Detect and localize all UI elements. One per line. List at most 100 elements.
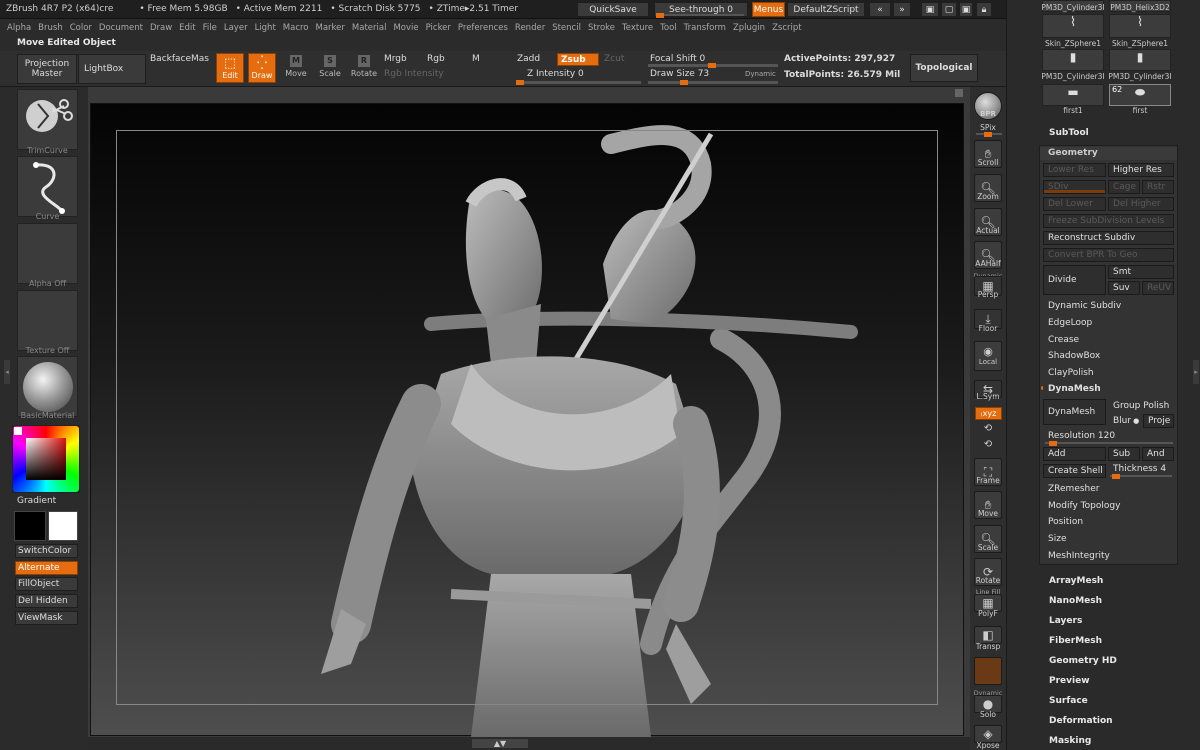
switchcolor-button[interactable]: SwitchColor [15,544,78,558]
rewind-icon[interactable]: « [869,2,891,17]
resolution-track[interactable] [1045,441,1173,446]
edit-button[interactable]: ⬚ Edit [216,53,244,83]
preview-section[interactable]: Preview [1049,676,1090,686]
group-polish-button[interactable]: Group Polish [1108,399,1174,413]
create-shell-button[interactable]: Create Shell [1043,464,1106,478]
menu-draw[interactable]: Draw [150,23,172,33]
claypolish-section[interactable]: ClayPolish [1043,366,1174,380]
and-button[interactable]: And [1142,447,1174,461]
draw-size-track[interactable] [648,80,778,85]
nanomesh-section[interactable]: NanoMesh [1049,596,1102,606]
default-zscript-button[interactable]: DefaultZScript [787,2,865,17]
move-button[interactable]: M Move [282,53,310,83]
rgb-button[interactable]: Rgb [427,54,445,64]
menu-marker[interactable]: Marker [316,23,345,33]
primary-color-swatch[interactable] [14,427,22,435]
zsub-button[interactable]: Zsub [557,53,599,66]
smt-toggle[interactable]: Smt [1108,265,1174,279]
tool-thumb-5[interactable]: ▮ [1042,49,1104,71]
menu-material[interactable]: Material [352,23,387,33]
tool-thumb-7[interactable]: ▬ [1042,84,1104,106]
thickness-track[interactable] [1110,474,1172,479]
modify-topology-section[interactable]: Modify Topology [1043,499,1174,513]
viewmask-button[interactable]: ViewMask [15,611,78,625]
rotate-axis2-icon[interactable]: ⟲ [970,439,1006,450]
del-hidden-button[interactable]: Del Hidden [15,594,78,608]
menu-preferences[interactable]: Preferences [458,23,508,33]
draw-button[interactable]: ⁛ Draw [248,53,276,83]
draw-size-slider[interactable]: Draw Size 73 [650,69,709,79]
cage-button[interactable]: Cage [1108,180,1140,194]
del-lower-button[interactable]: Del Lower [1043,197,1106,211]
layout-icon[interactable]: ▣ [921,2,939,17]
menu-texture[interactable]: Texture [622,23,653,33]
rotate-axis-icon[interactable]: ⟲ [970,423,1006,434]
zadd-button[interactable]: Zadd [517,54,540,64]
meshintegrity-section[interactable]: MeshIntegrity [1043,549,1174,563]
masking-section[interactable]: Masking [1049,736,1091,746]
texture-thumb[interactable] [17,290,78,351]
menu-zscript[interactable]: Zscript [772,23,802,33]
lower-res-button[interactable]: Lower Res [1043,163,1106,177]
deformation-section[interactable]: Deformation [1049,716,1113,726]
zremesher-section[interactable]: ZRemesher [1043,482,1174,496]
spix-track[interactable] [976,132,1002,137]
geometry-header[interactable]: Geometry [1040,147,1177,160]
tool-thumb-6[interactable]: ▮ [1109,49,1171,71]
sdiv-slider[interactable]: SDiv [1043,180,1106,194]
color-picker[interactable] [12,425,80,493]
dynamesh-section[interactable]: DynaMesh [1043,382,1174,396]
secondary-color-swatch[interactable] [48,511,78,541]
add-button[interactable]: Add [1043,447,1106,461]
forward-icon[interactable]: » [893,2,911,17]
menu-stroke[interactable]: Stroke [588,23,615,33]
divide-button[interactable]: Divide [1043,265,1106,295]
trimcurve-brush-thumb[interactable] [17,89,78,150]
mrgb-button[interactable]: Mrgb [384,54,407,64]
surface-section[interactable]: Surface [1049,696,1088,706]
menu-color[interactable]: Color [70,23,92,33]
main-color-swatch[interactable] [14,511,46,541]
menu-file[interactable]: File [203,23,217,33]
left-tray-toggle[interactable]: ◂ [4,360,10,384]
menu-picker[interactable]: Picker [426,23,451,33]
backface-mask-label[interactable]: BackfaceMas [150,54,209,64]
layers-section[interactable]: Layers [1049,616,1082,626]
fibermesh-section[interactable]: FiberMesh [1049,636,1102,646]
shadowbox-section[interactable]: ShadowBox [1043,349,1174,363]
tool-thumb-3[interactable]: ⌇ [1042,14,1104,38]
menu-tool[interactable]: Tool [660,23,677,33]
higher-res-button[interactable]: Higher Res [1108,163,1174,177]
lightbox-button[interactable]: LightBox [78,54,146,84]
del-higher-button[interactable]: Del Higher [1108,197,1174,211]
freeze-subdivision-button[interactable]: Freeze SubDivision Levels [1043,214,1174,228]
spix-slider[interactable]: SPix [970,123,1006,132]
reconstruct-subdiv-button[interactable]: Reconstruct Subdiv [1043,231,1174,245]
dynamesh-button[interactable]: DynaMesh [1043,399,1106,425]
menu-layer[interactable]: Layer [224,23,248,33]
convert-bpr-button[interactable]: Convert BPR To Geo [1043,248,1174,262]
menu-stencil[interactable]: Stencil [552,23,581,33]
right-tray-toggle[interactable]: ▸ [1193,360,1199,384]
menu-brush[interactable]: Brush [38,23,63,33]
canvas-corner-handle[interactable] [955,89,963,97]
xyz-button[interactable]: ₍xyz [975,407,1002,420]
tool-thumb-8[interactable]: 62 ⬬ [1109,84,1171,106]
reuv-button[interactable]: ReUV [1142,281,1174,295]
suv-toggle[interactable]: Suv [1108,281,1140,295]
gradient-label[interactable]: Gradient [17,496,56,506]
project-toggle[interactable]: Proje [1143,414,1174,428]
sub-button[interactable]: Sub [1108,447,1140,461]
lock-icon[interactable]: 🔒︎ [976,2,992,17]
menu-render[interactable]: Render [515,23,545,33]
menus-button[interactable]: Menus [752,2,785,17]
bottom-tray-toggle-icon[interactable]: ▲▼ [472,739,528,748]
rotate-button[interactable]: R Rotate [349,53,379,83]
menu-document[interactable]: Document [99,23,143,33]
rstr-button[interactable]: Rstr [1142,180,1174,194]
dynamic-subdiv-section[interactable]: Dynamic Subdiv [1043,299,1174,313]
topological-button[interactable]: Topological [910,54,978,82]
projection-master-button[interactable]: Projection Master [17,54,77,84]
menu-light[interactable]: Light [255,23,276,33]
menu-macro[interactable]: Macro [283,23,309,33]
